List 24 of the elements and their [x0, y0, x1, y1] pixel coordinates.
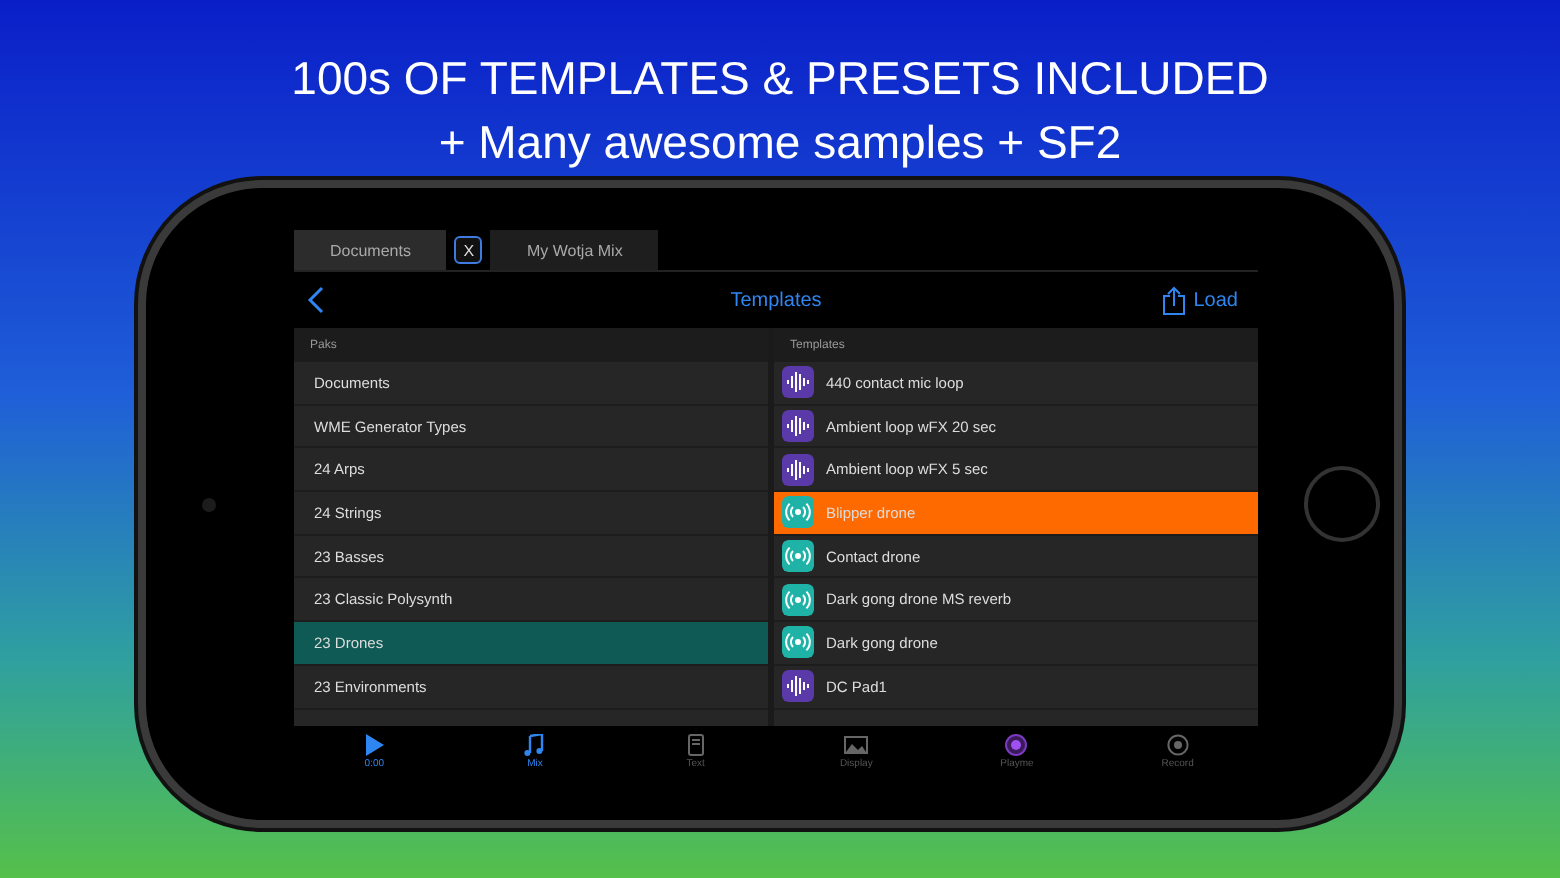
waveform-icon [782, 366, 814, 399]
load-button[interactable]: Load [1185, 289, 1246, 311]
broadcast-icon [782, 626, 814, 659]
broadcast-icon [782, 540, 814, 573]
share-icon[interactable] [1161, 285, 1186, 315]
document-tab[interactable]: My Wotja Mix [490, 230, 659, 270]
document-icon [683, 734, 708, 756]
headline: 100s OF TEMPLATES & PRESETS INCLUDED [291, 50, 1269, 108]
close-button[interactable]: X [454, 236, 483, 264]
record-icon [1165, 734, 1190, 756]
headline: + Many awesome samples + SF2 [438, 114, 1122, 172]
orb-icon [1004, 734, 1029, 756]
waveform-icon [782, 453, 814, 486]
play-icon [362, 734, 387, 756]
back-icon[interactable] [306, 286, 326, 314]
broadcast-icon [782, 496, 814, 529]
music-note-icon [522, 734, 547, 756]
waveform-icon [782, 410, 814, 443]
broadcast-icon [782, 583, 814, 616]
image-icon [844, 734, 869, 756]
screen-title: Templates [730, 289, 822, 311]
speaker-dot [202, 497, 216, 511]
waveform-icon [782, 670, 814, 703]
document-tab[interactable]: Documents [294, 230, 447, 270]
